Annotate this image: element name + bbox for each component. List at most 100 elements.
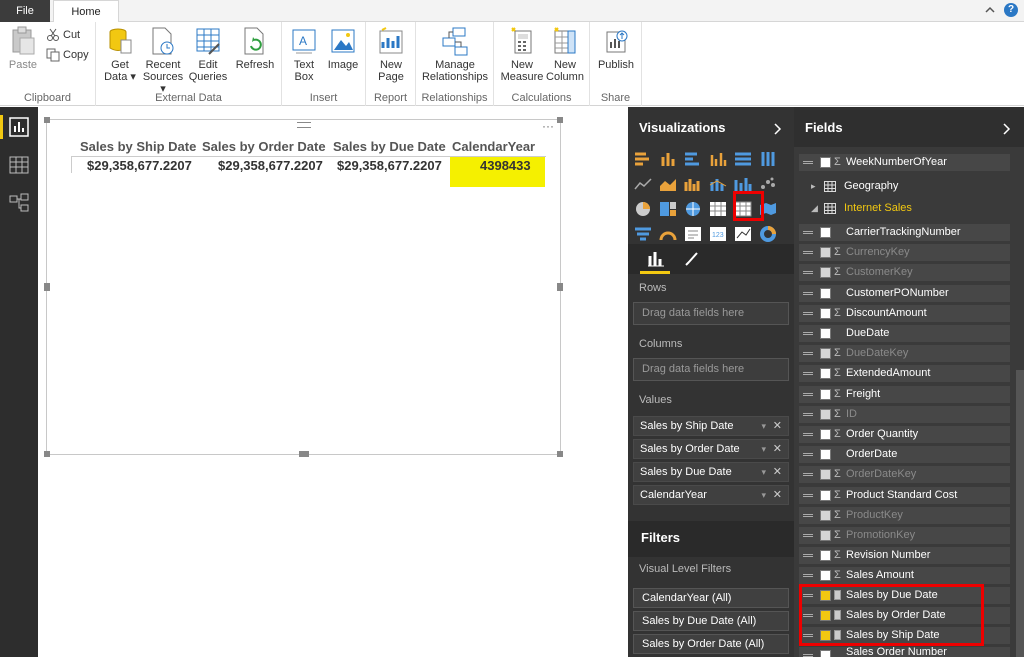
field-checkbox[interactable] — [820, 650, 831, 657]
field-row[interactable]: Σ DueDateKey — [799, 345, 1010, 363]
columns-drop-zone[interactable]: Drag data fields here — [633, 358, 789, 381]
relationships-view-icon[interactable] — [9, 193, 29, 213]
table-icon[interactable] — [709, 201, 727, 217]
image-button[interactable]: Image — [326, 26, 360, 71]
field-checkbox[interactable] — [820, 328, 831, 339]
drag-grip-icon[interactable] — [803, 412, 813, 416]
field-row[interactable]: Σ Freight — [799, 385, 1010, 403]
line-chart-icon[interactable] — [634, 176, 652, 192]
drag-grip-icon[interactable] — [803, 473, 813, 477]
dropdown-icon[interactable]: ▾ — [761, 486, 766, 504]
field-checkbox[interactable] — [820, 388, 831, 400]
new-column-button[interactable]: New Column — [544, 26, 586, 83]
drag-grip-icon[interactable] — [803, 231, 813, 234]
field-row[interactable]: CarrierTrackingNumber — [799, 224, 1010, 241]
field-row[interactable]: Σ Revision Number — [799, 547, 1010, 565]
field-checkbox[interactable] — [820, 489, 831, 501]
manage-relationships-button[interactable]: Manage Relationships — [420, 26, 490, 83]
field-row-sales-order-number[interactable]: Sales Order Number — [799, 647, 1010, 657]
field-row[interactable]: Σ ProductKey — [799, 506, 1010, 524]
field-checkbox[interactable] — [820, 287, 831, 299]
dropdown-icon[interactable]: ▾ — [761, 463, 766, 481]
multi-row-card-icon[interactable] — [684, 226, 702, 242]
new-measure-button[interactable]: New Measure — [500, 26, 544, 83]
field-checkbox[interactable] — [820, 469, 831, 481]
field-row[interactable]: OrderDate — [799, 446, 1010, 464]
line-column-icon[interactable] — [709, 176, 727, 192]
resize-handle-tl[interactable] — [44, 117, 50, 123]
values-field-due-date[interactable]: Sales by Due Date ▾ ✕ — [633, 462, 789, 482]
column-header-due-date[interactable]: Sales by Due Date — [333, 139, 446, 154]
table-visual[interactable]: ··· Sales by Ship Date Sales by Order Da… — [44, 117, 563, 457]
tab-home[interactable]: Home — [53, 0, 119, 23]
filter-sales-by-order-date[interactable]: Sales by Order Date (All) — [633, 634, 789, 654]
new-page-button[interactable]: New Page — [374, 26, 408, 83]
more-options-icon[interactable]: ··· — [542, 119, 554, 133]
resize-handle-bottom[interactable] — [299, 451, 309, 457]
field-checkbox[interactable] — [820, 247, 831, 259]
drag-grip-icon[interactable] — [803, 453, 813, 457]
collapse-ribbon-icon[interactable] — [984, 4, 996, 16]
field-checkbox[interactable] — [820, 570, 831, 582]
drag-grip-icon[interactable] — [803, 493, 813, 497]
drag-grip-icon[interactable] — [803, 311, 813, 315]
report-view-icon[interactable] — [9, 117, 29, 137]
chevron-right-icon[interactable] — [1003, 123, 1011, 135]
resize-handle-right[interactable] — [557, 283, 563, 291]
field-row-week-number[interactable]: Σ WeekNumberOfYear — [799, 154, 1010, 171]
resize-handle-bl[interactable] — [44, 451, 50, 457]
paint-brush-icon[interactable] — [683, 251, 699, 267]
drag-grip-icon[interactable] — [803, 291, 813, 295]
stacked-area-icon[interactable] — [684, 176, 702, 192]
resize-handle-tr[interactable] — [557, 117, 563, 123]
drag-grip-icon[interactable] — [803, 332, 813, 335]
funnel-icon[interactable] — [634, 226, 652, 242]
field-checkbox[interactable] — [820, 267, 831, 279]
drag-grip-icon[interactable] — [803, 251, 813, 255]
treemap-icon[interactable] — [659, 201, 677, 217]
tab-file[interactable]: File — [0, 0, 50, 22]
area-chart-icon[interactable] — [659, 176, 677, 192]
100-column-icon[interactable] — [759, 151, 777, 167]
fields-tab-icon[interactable] — [648, 251, 664, 267]
remove-icon[interactable]: ✕ — [773, 463, 782, 481]
values-field-calendar-year[interactable]: CalendarYear ▾ ✕ — [633, 485, 789, 505]
field-checkbox[interactable] — [820, 157, 831, 168]
publish-button[interactable]: Publish — [596, 26, 636, 71]
field-row[interactable]: CustomerPONumber — [799, 284, 1010, 302]
clustered-column-icon[interactable] — [709, 151, 727, 167]
field-checkbox[interactable] — [820, 530, 831, 541]
kpi-icon[interactable] — [734, 226, 752, 242]
pie-chart-icon[interactable] — [634, 201, 652, 217]
column-header-ship-date[interactable]: Sales by Ship Date — [80, 139, 196, 154]
drag-grip-icon[interactable] — [803, 554, 813, 558]
refresh-button[interactable]: Refresh — [233, 26, 277, 71]
donut-chart-icon[interactable] — [759, 226, 777, 242]
drag-grip-icon[interactable] — [803, 574, 813, 578]
field-checkbox[interactable] — [820, 307, 831, 319]
field-row[interactable]: Σ CurrencyKey — [799, 244, 1010, 262]
resize-handle-br[interactable] — [557, 451, 563, 457]
field-row[interactable]: Σ PromotionKey — [799, 527, 1010, 544]
drag-grip-icon[interactable] — [803, 161, 813, 164]
edit-queries-button[interactable]: Edit Queries — [188, 26, 228, 83]
expand-icon[interactable]: ▸ — [811, 178, 816, 195]
field-checkbox[interactable] — [820, 408, 831, 420]
field-checkbox[interactable] — [820, 348, 831, 360]
remove-icon[interactable]: ✕ — [773, 486, 782, 504]
stacked-column-icon[interactable] — [659, 151, 677, 167]
drag-grip-icon[interactable] — [297, 122, 311, 128]
copy-button[interactable]: Copy — [46, 48, 89, 62]
ribbon-chart-icon[interactable] — [734, 176, 752, 192]
drag-grip-icon[interactable] — [803, 372, 813, 376]
field-row[interactable]: Σ ExtendedAmount — [799, 365, 1010, 383]
fields-scrollbar[interactable] — [1016, 370, 1024, 657]
drag-grip-icon[interactable] — [803, 433, 813, 436]
get-data-button[interactable]: Get Data ▾ — [102, 26, 138, 83]
remove-icon[interactable]: ✕ — [773, 440, 782, 458]
values-field-ship-date[interactable]: Sales by Ship Date ▾ ✕ — [633, 416, 789, 436]
column-header-order-date[interactable]: Sales by Order Date — [202, 139, 326, 154]
drag-grip-icon[interactable] — [803, 513, 813, 517]
cut-button[interactable]: Cut — [46, 28, 80, 42]
field-row[interactable]: Σ CustomerKey — [799, 264, 1010, 282]
